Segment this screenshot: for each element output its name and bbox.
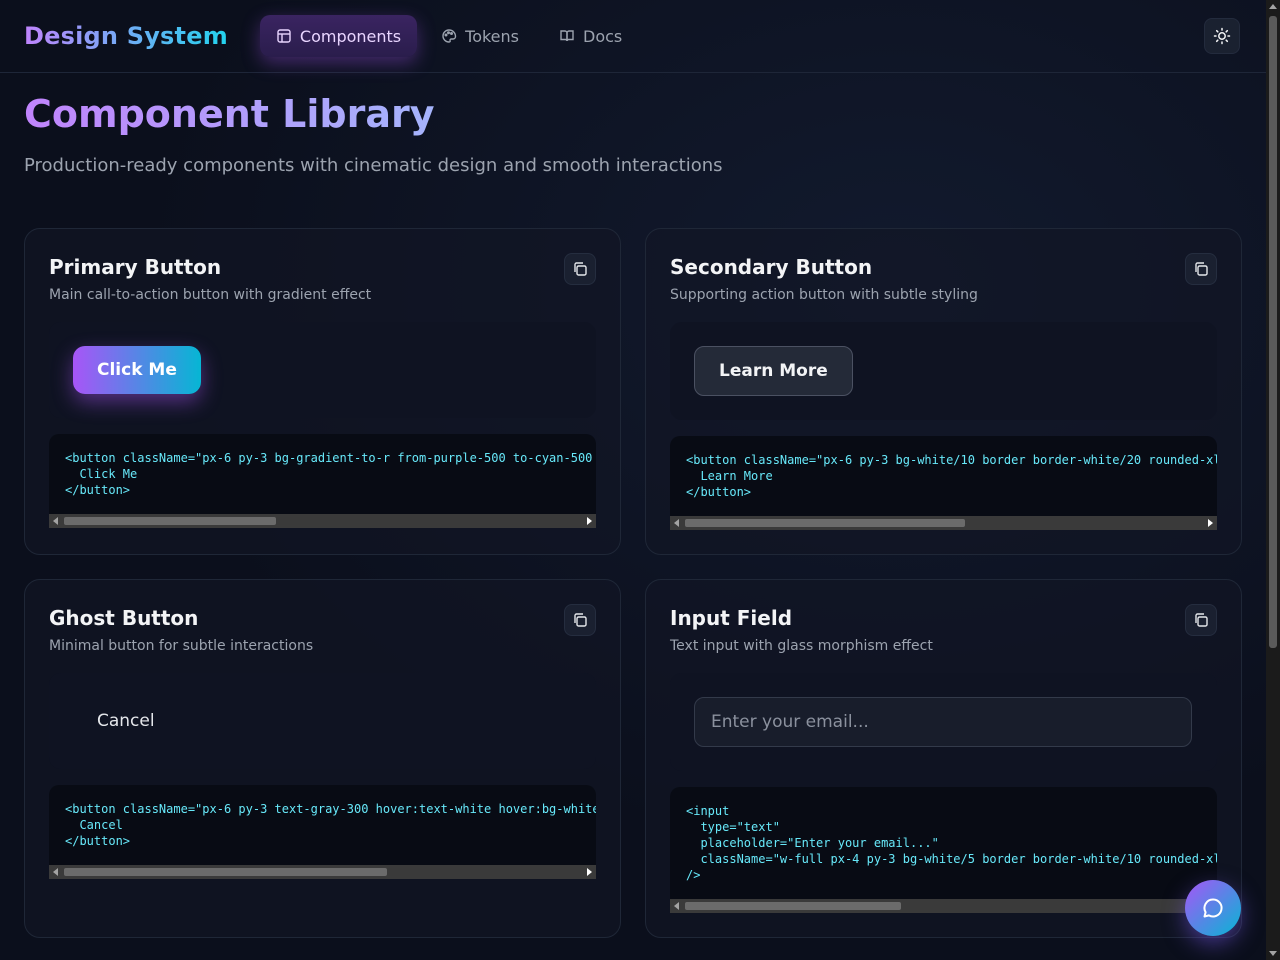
card-title: Ghost Button [49,606,199,630]
component-preview: Learn More [670,322,1217,420]
nav-item-label: Tokens [465,26,519,46]
chat-bubble-icon [1203,898,1223,918]
code-snippet: <button className="px-6 py-3 bg-white/10… [686,453,1217,499]
code-block: <button className="px-6 py-3 bg-gradient… [49,434,596,514]
card-title: Primary Button [49,255,222,279]
card-title: Secondary Button [670,255,873,279]
scroll-left-arrow-icon[interactable] [53,517,58,525]
theme-toggle-button[interactable] [1204,18,1240,54]
copy-icon [1195,262,1208,276]
copy-icon [574,262,587,276]
scroll-up-arrow-icon[interactable] [1269,4,1277,9]
nav-item-components[interactable]: Components [259,15,418,57]
brand-logo[interactable]: Design System [24,22,228,50]
component-preview [670,673,1217,771]
page: Design System Components Tokens Docs Com… [0,0,1266,960]
scroll-left-arrow-icon[interactable] [53,868,58,876]
card-title: Input Field [670,606,793,630]
card-description: Main call-to-action button with gradient… [49,287,372,303]
scroll-right-arrow-icon[interactable] [587,868,592,876]
nav-item-tokens[interactable]: Tokens [425,15,535,57]
code-horizontal-scrollbar[interactable] [670,899,1217,913]
component-preview: Click Me [49,322,596,418]
code-snippet: <button className="px-6 py-3 bg-gradient… [65,451,593,497]
main-nav: Components Tokens Docs [259,15,638,57]
nav-item-docs[interactable]: Docs [543,15,638,57]
component-card-input-field: Input Field Text input with glass morphi… [645,579,1242,938]
page-vertical-scrollbar[interactable] [1266,0,1280,960]
primary-button[interactable]: Click Me [73,346,201,394]
top-nav-bar: Design System Components Tokens Docs [0,0,1266,73]
email-input[interactable] [694,697,1192,747]
card-description: Supporting action button with subtle sty… [670,287,978,303]
palette-icon [442,29,457,43]
component-preview: Cancel [49,673,596,769]
card-description: Minimal button for subtle interactions [49,638,314,654]
scrollbar-thumb[interactable] [64,517,276,525]
scroll-right-arrow-icon[interactable] [1208,519,1213,527]
component-card-secondary-button: Secondary Button Supporting action butto… [645,228,1242,555]
code-block: <button className="px-6 py-3 text-gray-3… [49,785,596,865]
code-horizontal-scrollbar[interactable] [49,865,596,879]
code-snippet: <button className="px-6 py-3 text-gray-3… [65,802,596,848]
scroll-down-arrow-icon[interactable] [1269,951,1277,956]
component-card-primary-button: Primary Button Main call-to-action butto… [24,228,621,555]
book-icon [560,30,574,42]
chat-button[interactable] [1185,880,1241,936]
code-block: <button className="px-6 py-3 bg-white/10… [670,436,1217,516]
secondary-button[interactable]: Learn More [694,346,853,396]
page-title: Component Library [24,92,435,136]
layout-icon [277,29,291,43]
card-description: Text input with glass morphism effect [670,638,933,654]
sun-icon [1213,27,1231,45]
code-block: <input type="text" placeholder="Enter yo… [670,787,1217,899]
nav-item-label: Docs [583,26,623,46]
nav-item-label: Components [299,26,402,46]
code-horizontal-scrollbar[interactable] [670,516,1217,530]
copy-icon [574,613,587,627]
scroll-left-arrow-icon[interactable] [674,519,679,527]
copy-code-button[interactable] [564,604,596,636]
component-card-ghost-button: Ghost Button Minimal button for subtle i… [24,579,621,938]
scrollbar-thumb[interactable] [685,902,901,910]
scrollbar-thumb[interactable] [64,868,387,876]
scrollbar-thumb[interactable] [1269,16,1277,648]
scroll-left-arrow-icon[interactable] [674,902,679,910]
code-snippet: <input type="text" placeholder="Enter yo… [686,804,1217,882]
page-subtitle: Production-ready components with cinemat… [24,155,723,176]
scroll-right-arrow-icon[interactable] [587,517,592,525]
copy-icon [1195,613,1208,627]
ghost-button[interactable]: Cancel [73,697,179,745]
code-horizontal-scrollbar[interactable] [49,514,596,528]
copy-code-button[interactable] [1185,253,1217,285]
copy-code-button[interactable] [564,253,596,285]
copy-code-button[interactable] [1185,604,1217,636]
scrollbar-thumb[interactable] [685,519,965,527]
